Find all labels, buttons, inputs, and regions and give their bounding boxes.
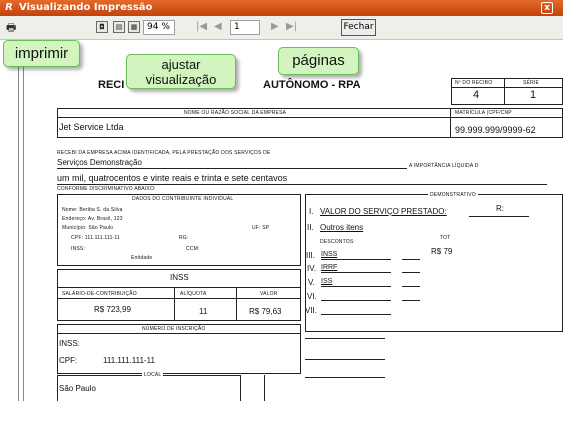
item-1-value: R: [496,204,504,213]
matricula-label: MATRÍCULA (CPF/CNP [455,110,512,116]
toolbar: ◘ ▤ ▦ 94 % |◀ ◀ 1 ▶ ▶| Fechar [0,16,563,40]
local-label: LOCAL [142,372,164,378]
callout-fit-view: ajustar visualização [126,54,236,89]
contrib-rg: RG: [179,235,189,241]
empresa-name: Jet Service Ltda [59,122,124,132]
aliquota-value: 11 [199,307,208,316]
salario-value: R$ 723,99 [94,305,131,314]
print-preview-window: R Visualizando Impressão x ◘ ▤ ▦ 94 % |◀… [0,0,563,423]
inss-box-title: INSS [170,273,189,282]
callout-print-text: imprimir [14,45,69,62]
zoom-custom-icon[interactable]: ▦ [128,21,140,33]
doc-title-start: RECI [98,79,125,91]
aliquota-label: ALÍQUOTA [180,291,207,297]
contrib-cpf: CPF: 111.111.111-11 [71,235,121,241]
callout-print: imprimir [3,40,80,67]
inscricao-cpf-label: CPF: [59,356,78,365]
close-window-icon[interactable]: x [541,2,553,14]
item-1-label: VALOR DO SERVIÇO PRESTADO: [320,207,447,216]
next-page-icon[interactable]: ▶ [271,20,279,34]
close-button[interactable]: Fechar [341,19,376,36]
doc-title-end: AUTÔNOMO - RPA [263,79,361,91]
local-value: São Paulo [59,384,96,393]
inscricao-inss: INSS: [59,339,80,348]
cnpj-value: 99.999.999/9999-62 [455,125,536,135]
item-4-label: IRRF [321,264,338,271]
item-5-label: ISS [321,278,333,285]
contrib-ccm: CCM: [186,246,200,252]
no-recibo-value: 4 [473,89,480,101]
contrib-endereco: Endereço: Av. Brasil, 123 [62,216,123,222]
page-left-margin [18,41,24,401]
zoom-page-width-icon[interactable]: ▤ [113,21,125,33]
item-3-value: R$ 79 [431,247,453,256]
title-bar: R Visualizando Impressão x [0,0,563,16]
item-7-number: VII. [305,306,318,315]
contrib-inss: INSS: [71,246,86,252]
serie-label: SÉRIE [523,80,540,86]
item-4-number: IV. [307,264,317,273]
contrib-uf: UF: SP [252,225,270,231]
zoom-input[interactable]: 94 % [143,20,175,35]
inscricao-cpf-value: 111.111.111-11 [103,356,155,365]
page-number-input[interactable]: 1 [230,20,260,35]
contrib-municipio: Município: São Paulo [62,225,114,231]
contrib-nome: Nome: Beriba S. da Silva [62,207,123,213]
servico-text: Serviços Demonstração [57,158,142,167]
nome-label: NOME OU RAZÃO SOCIAL DA EMPRESA [184,110,287,116]
valor-label: VALOR [260,291,278,297]
item-3-number: III. [306,251,315,260]
rpa-document: RECI AUTÔNOMO - RPA Nº DO RECIBO SÉRIE 4… [26,41,563,401]
contrib-entidade: Entidade [131,255,153,261]
salario-label: SALÁRIO-DE-CONTRIBUIÇÃO [62,291,137,297]
inscricao-label: NÚMERO DE INSCRIÇÃO [142,326,206,332]
callout-pages: páginas [278,47,359,75]
printer-icon[interactable]: 🖶 [6,22,19,33]
item-3-label: INSS [321,251,338,258]
preview-bottom-margin [0,401,563,423]
descontos-label: DESCONTOS: [320,239,355,245]
previous-page-icon[interactable]: ◀ [214,20,222,34]
item-2-label: Outros itens [320,223,364,232]
item-1-number: I. [309,207,314,216]
contribuinte-label: DADOS DO CONTRIBUINTE INDIVIDUAL [130,196,236,202]
item-5-number: V. [308,278,315,287]
app-logo-icon: R [5,2,13,13]
demonstrativo-label: DEMONSTRATIVO [428,192,478,198]
importancia-label: A IMPORTÂNCIA LÍQUIDA D [409,163,479,169]
zoom-whole-page-icon[interactable]: ◘ [96,21,108,33]
window-title: Visualizando Impressão [19,2,153,13]
last-page-icon[interactable]: ▶| [286,20,297,34]
item-6-number: VI. [307,292,317,301]
inss-valor-value: R$ 79,63 [249,307,282,316]
item-2-number: II. [307,223,314,232]
conforme-label: CONFORME DISCRIMINATIVO ABAIXO: [57,186,156,192]
first-page-icon[interactable]: |◀ [196,20,207,34]
total-label: TOT [440,235,451,241]
recebi-label: RECEBI DA EMPRESA ACIMA IDENTIFICADA, PE… [57,150,271,156]
valor-extenso: um mil, quatrocentos e vinte reais e tri… [57,173,288,183]
serie-value: 1 [530,89,537,101]
no-recibo-label: Nº DO RECIBO [455,80,493,86]
